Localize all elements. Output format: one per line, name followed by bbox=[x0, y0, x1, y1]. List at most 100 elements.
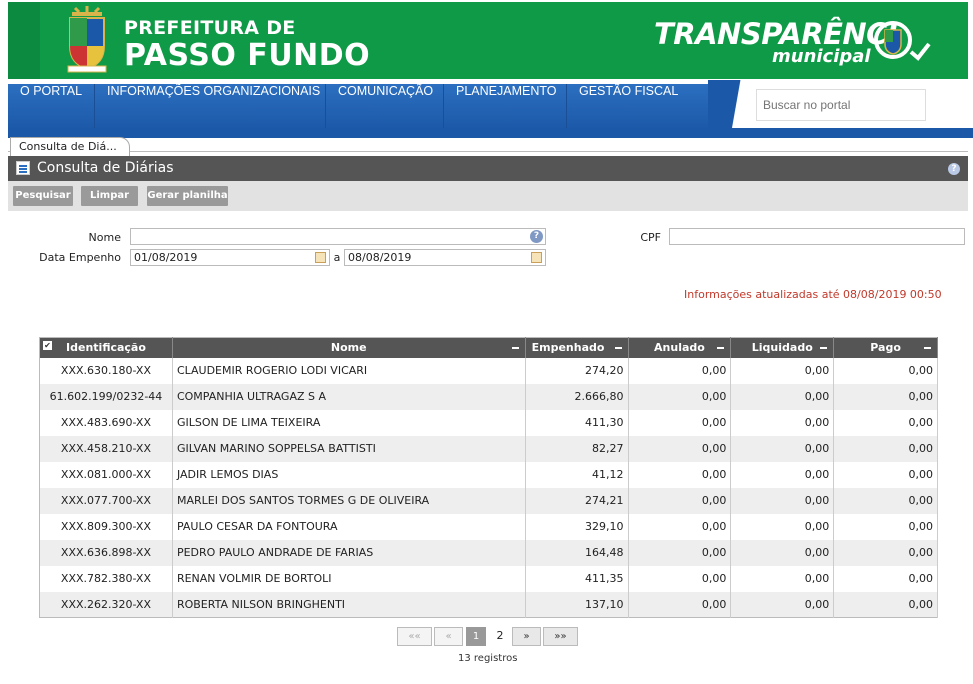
cell-pago: 0,00 bbox=[833, 357, 938, 384]
cell-anulado: 0,00 bbox=[628, 357, 732, 384]
table-row[interactable]: XXX.809.300-XX PAULO CESAR DA FONTOURA 329… bbox=[39, 513, 938, 540]
portal-search-input[interactable] bbox=[756, 89, 926, 121]
cell-nome: GILVAN MARINO SOPPELSA BATTISTI bbox=[172, 435, 526, 462]
col-empenhado-label: Empenhado bbox=[531, 341, 605, 355]
cell-identificacao: XXX.077.700-XX bbox=[39, 487, 173, 514]
cell-pago: 0,00 bbox=[833, 383, 938, 410]
report-icon bbox=[16, 161, 30, 175]
table-row[interactable]: XXX.483.690-XX GILSON DE LIMA TEIXEIRA 411… bbox=[39, 409, 938, 436]
cell-liquidado: 0,00 bbox=[730, 357, 835, 384]
update-info-text: Informações atualizadas até 08/08/2019 0… bbox=[684, 288, 942, 301]
cell-identificacao: XXX.262.320-XX bbox=[39, 591, 173, 618]
next-page-button[interactable]: » bbox=[512, 627, 541, 646]
cell-liquidado: 0,00 bbox=[730, 513, 835, 540]
main-navigation: O PORTAL INFORMAÇÕES ORGANIZACIONAIS COM… bbox=[8, 80, 973, 138]
cell-identificacao: 61.602.199/0232-44 bbox=[39, 383, 173, 410]
date-to-input[interactable]: 08/08/2019 bbox=[344, 249, 546, 266]
breadcrumb-tab[interactable]: Consulta de Diá... bbox=[10, 137, 130, 156]
cell-anulado: 0,00 bbox=[628, 591, 732, 618]
name-input[interactable] bbox=[130, 228, 546, 245]
cell-identificacao: XXX.081.000-XX bbox=[39, 461, 173, 488]
generate-spreadsheet-button[interactable]: Gerar planilha bbox=[147, 186, 228, 206]
cell-empenhado: 411,35 bbox=[525, 565, 629, 592]
calendar-from-icon[interactable] bbox=[315, 252, 326, 263]
cell-empenhado: 2.666,80 bbox=[525, 383, 629, 410]
collapse-icon[interactable] bbox=[924, 347, 931, 349]
col-identificacao-label: Identificação bbox=[66, 341, 146, 355]
cpf-input[interactable] bbox=[669, 228, 965, 245]
cell-nome: ROBERTA NILSON BRINGHENTI bbox=[172, 591, 526, 618]
cell-nome: RENAN VOLMIR DE BORTOLI bbox=[172, 565, 526, 592]
page-2-button[interactable]: 2 bbox=[490, 627, 510, 646]
table-row[interactable]: XXX.630.180-XX CLAUDEMIR ROGERIO LODI VIC… bbox=[39, 357, 938, 384]
col-pago-label: Pago bbox=[870, 341, 901, 355]
cell-nome: PEDRO PAULO ANDRADE DE FARIAS bbox=[172, 539, 526, 566]
action-toolbar: Pesquisar Limpar Gerar planilha bbox=[8, 181, 968, 211]
cell-empenhado: 329,10 bbox=[525, 513, 629, 540]
date-from-input[interactable]: 01/08/2019 bbox=[130, 249, 330, 266]
collapse-icon[interactable] bbox=[614, 347, 622, 349]
records-count: 13 registros bbox=[458, 653, 518, 664]
search-button[interactable]: Pesquisar bbox=[13, 186, 73, 206]
col-liquidado[interactable]: Liquidado bbox=[730, 337, 835, 358]
table-row[interactable]: XXX.458.210-XX GILVAN MARINO SOPPELSA BAT… bbox=[39, 435, 938, 462]
last-page-button[interactable]: »» bbox=[543, 627, 578, 646]
cell-liquidado: 0,00 bbox=[730, 409, 835, 436]
collapse-icon[interactable] bbox=[511, 347, 519, 349]
col-anulado[interactable]: Anulado bbox=[628, 337, 732, 358]
cell-nome: GILSON DE LIMA TEIXEIRA bbox=[172, 409, 526, 436]
col-liquidado-label: Liquidado bbox=[751, 341, 813, 355]
date-separator: a bbox=[333, 251, 341, 264]
site-header: PREFEITURA DE PASSO FUNDO TRANSPARÊNCI m… bbox=[0, 0, 973, 80]
transparency-logo-subtext: municipal bbox=[772, 46, 871, 67]
nav-item-planejamento[interactable]: PLANEJAMENTO bbox=[444, 84, 567, 128]
select-all-checkbox[interactable]: ✔ bbox=[43, 341, 52, 350]
page-1-button[interactable]: 1 bbox=[466, 627, 486, 646]
prev-page-button[interactable]: « bbox=[434, 627, 463, 646]
nav-item-gestao-fiscal[interactable]: GESTÃO FISCAL bbox=[567, 84, 688, 128]
col-pago[interactable]: Pago bbox=[833, 337, 938, 358]
table-row[interactable]: XXX.782.380-XX RENAN VOLMIR DE BORTOLI 411… bbox=[39, 565, 938, 592]
cell-nome: PAULO CESAR DA FONTOURA bbox=[172, 513, 526, 540]
nav-item-o-portal[interactable]: O PORTAL bbox=[8, 84, 95, 128]
first-page-button[interactable]: «« bbox=[397, 627, 432, 646]
cell-pago: 0,00 bbox=[833, 487, 938, 514]
col-nome[interactable]: Nome bbox=[172, 337, 526, 358]
col-empenhado[interactable]: Empenhado bbox=[525, 337, 629, 358]
cell-pago: 0,00 bbox=[833, 435, 938, 462]
collapse-icon[interactable] bbox=[820, 347, 828, 349]
cell-identificacao: XXX.458.210-XX bbox=[39, 435, 173, 462]
collapse-icon[interactable] bbox=[717, 347, 725, 349]
calendar-to-icon[interactable] bbox=[531, 252, 542, 263]
cell-anulado: 0,00 bbox=[628, 513, 732, 540]
city-crest-icon[interactable] bbox=[64, 6, 110, 74]
col-anulado-label: Anulado bbox=[654, 341, 705, 355]
breadcrumb-line bbox=[8, 151, 968, 152]
nav-bar-bottom bbox=[8, 128, 973, 138]
nav-item-comunicacao[interactable]: COMUNICAÇÃO bbox=[326, 84, 444, 128]
cell-pago: 0,00 bbox=[833, 513, 938, 540]
cell-identificacao: XXX.483.690-XX bbox=[39, 409, 173, 436]
help-icon[interactable]: ? bbox=[948, 163, 960, 175]
cell-liquidado: 0,00 bbox=[730, 487, 835, 514]
table-row[interactable]: XXX.636.898-XX PEDRO PAULO ANDRADE DE FAR… bbox=[39, 539, 938, 566]
nav-item-informacoes[interactable]: INFORMAÇÕES ORGANIZACIONAIS bbox=[95, 84, 326, 128]
cell-liquidado: 0,00 bbox=[730, 435, 835, 462]
cell-identificacao: XXX.782.380-XX bbox=[39, 565, 173, 592]
table-row[interactable]: XXX.262.320-XX ROBERTA NILSON BRINGHENTI 1… bbox=[39, 591, 938, 618]
table-row[interactable]: XXX.081.000-XX JADIR LEMOS DIAS 41,12 0,00 0… bbox=[39, 461, 938, 488]
cell-anulado: 0,00 bbox=[628, 383, 732, 410]
cell-nome: CLAUDEMIR ROGERIO LODI VICARI bbox=[172, 357, 526, 384]
table-row[interactable]: 61.602.199/0232-44 COMPANHIA ULTRAGAZ S A… bbox=[39, 383, 938, 410]
cell-anulado: 0,00 bbox=[628, 565, 732, 592]
clear-button[interactable]: Limpar bbox=[81, 186, 138, 206]
cell-empenhado: 137,10 bbox=[525, 591, 629, 618]
table-row[interactable]: XXX.077.700-XX MARLEI DOS SANTOS TORMES G… bbox=[39, 487, 938, 514]
cell-anulado: 0,00 bbox=[628, 461, 732, 488]
panel-header: Consulta de Diárias ? bbox=[8, 156, 968, 181]
cell-anulado: 0,00 bbox=[628, 409, 732, 436]
name-lookup-icon[interactable]: ? bbox=[530, 230, 543, 243]
cell-anulado: 0,00 bbox=[628, 435, 732, 462]
col-identificacao[interactable]: ✔ Identificação bbox=[39, 337, 173, 358]
cell-empenhado: 274,20 bbox=[525, 357, 629, 384]
